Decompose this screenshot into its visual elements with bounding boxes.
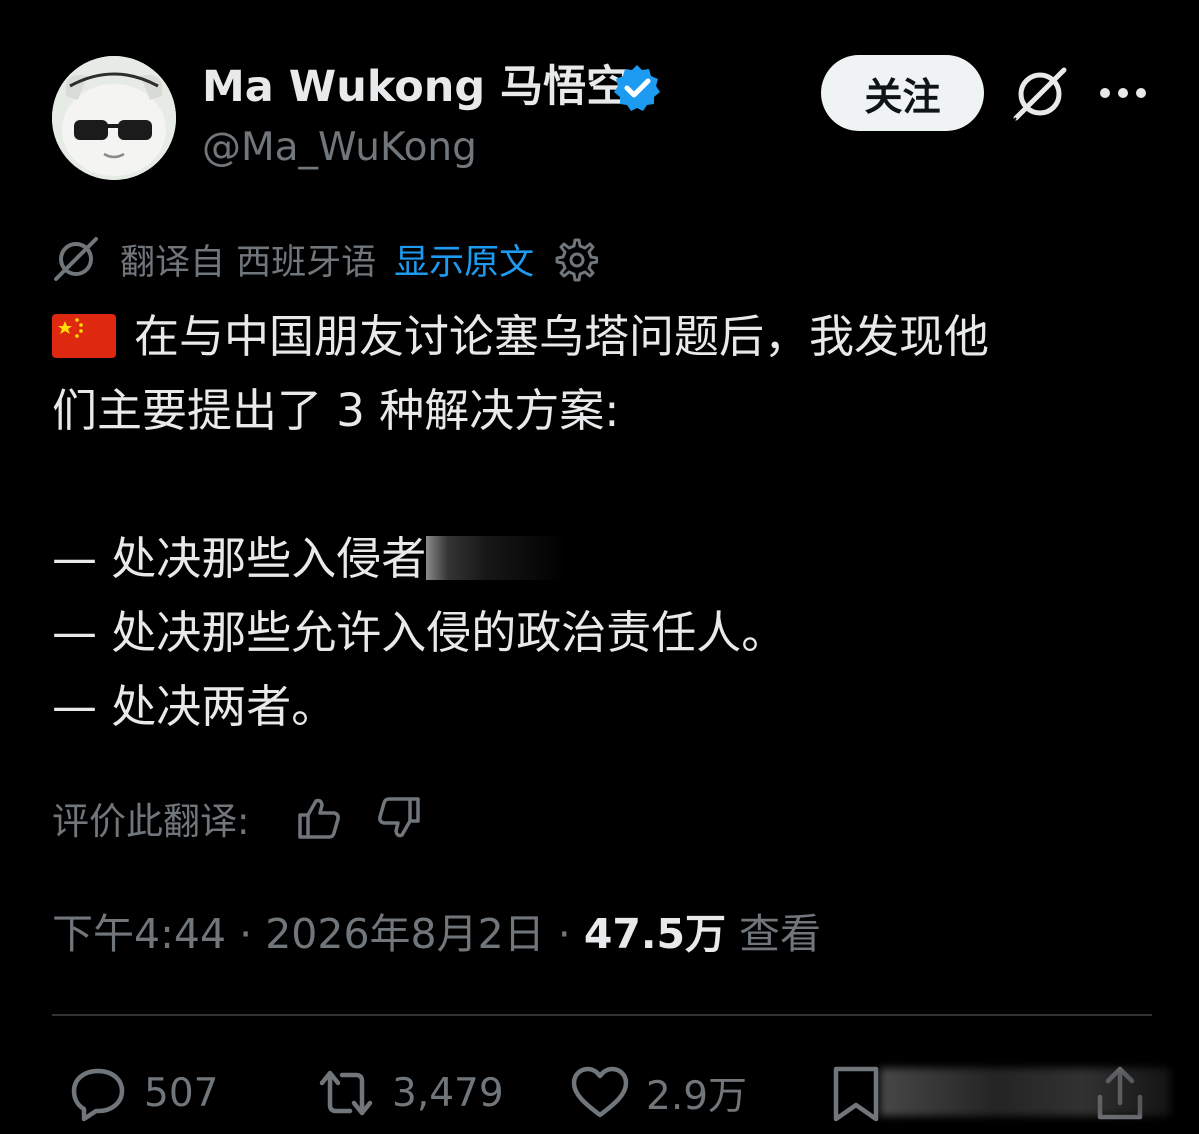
action-bar: 507 3,479 2.9万	[0, 1055, 1199, 1134]
more-icon[interactable]	[1098, 83, 1148, 103]
thumb-down-icon[interactable]	[374, 793, 424, 843]
gear-icon[interactable]	[552, 236, 599, 282]
reply-icon	[71, 1068, 125, 1122]
grok-icon[interactable]	[1010, 64, 1070, 124]
tweet-text: 在与中国朋友讨论塞乌塔问题后，我发现他 们主要提出了 3 种解决方案: — 处决…	[52, 300, 1152, 744]
cat-avatar-icon	[52, 56, 176, 180]
thumb-up-icon[interactable]	[294, 793, 344, 843]
retweet-count: 3,479	[392, 1070, 504, 1116]
redaction-overlay	[426, 536, 657, 580]
tweet-line: — 处决那些入侵者	[52, 522, 1152, 596]
grok-icon	[54, 237, 98, 281]
china-flag-icon	[52, 314, 116, 358]
tweet-line: — 处决两者。	[52, 680, 337, 733]
retweet-button[interactable]: 3,479	[316, 1063, 504, 1123]
tweet-line-1: 在与中国朋友讨论塞乌塔问题后，我发现他	[134, 310, 990, 363]
verified-badge-icon[interactable]	[612, 63, 662, 113]
like-count: 2.9万	[646, 1074, 748, 1119]
tweet-line: 们主要提出了 3 种解决方案:	[52, 384, 620, 437]
follow-button[interactable]: 关注	[821, 55, 984, 131]
show-original-link[interactable]: 显示原文	[394, 234, 534, 285]
user-handle[interactable]: @Ma_WuKong	[202, 122, 477, 174]
tweet-time[interactable]: 下午4:44	[52, 910, 226, 958]
retweet-icon	[319, 1070, 373, 1116]
bookmark-icon	[833, 1066, 879, 1122]
views-label: 查看	[725, 910, 822, 958]
heart-icon	[571, 1066, 629, 1118]
rate-translation-label: 评价此翻译:	[52, 800, 250, 843]
reply-count: 507	[144, 1070, 219, 1116]
like-button[interactable]: 2.9万	[570, 1063, 747, 1123]
watermark-blur	[880, 1068, 1170, 1116]
tweet-meta: 下午4:44 · 2026年8月2日 · 47.5万 查看	[52, 906, 821, 962]
tweet-line: — 处决那些允许入侵的政治责任人。	[52, 606, 787, 659]
divider	[52, 1014, 1152, 1016]
meta-separator: ·	[226, 910, 266, 958]
meta-separator: ·	[544, 910, 584, 958]
tweet-line-3: — 处决那些入侵者	[52, 532, 427, 585]
translated-from-label: 翻译自 西班牙语	[120, 242, 377, 283]
bookmark-button[interactable]	[826, 1063, 886, 1123]
reply-button[interactable]: 507	[68, 1063, 218, 1123]
views-count: 47.5万	[583, 910, 726, 958]
display-name[interactable]: Ma Wukong 马悟空	[202, 60, 629, 114]
rate-translation-row: 评价此翻译:	[52, 790, 424, 846]
tweet-date[interactable]: 2026年8月2日	[265, 910, 545, 958]
tweet-line: 在与中国朋友讨论塞乌塔问题后，我发现他	[52, 300, 1152, 374]
translation-row: 翻译自 西班牙语 显示原文	[52, 232, 599, 286]
avatar[interactable]	[52, 56, 176, 180]
